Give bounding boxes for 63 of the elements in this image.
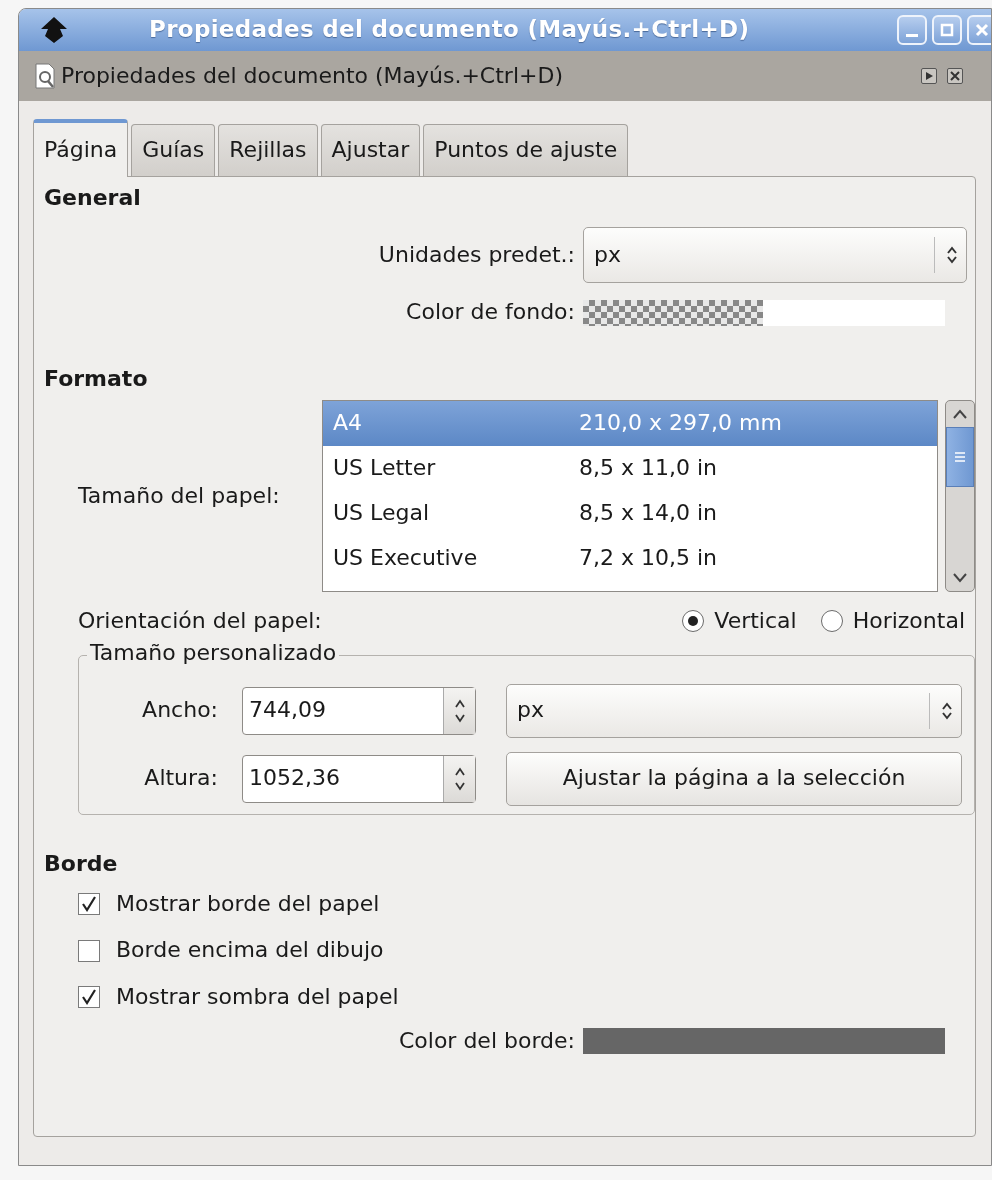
background-color-swatch[interactable] <box>583 299 945 326</box>
maximize-icon <box>940 23 954 37</box>
dropdown-value: px <box>517 697 544 724</box>
field-label: Tamaño del papel: <box>77 482 281 510</box>
spin-button[interactable] <box>443 687 475 734</box>
paper-size-row[interactable]: US Letter 8,5 x 11,0 in <box>323 446 937 492</box>
checkbox[interactable] <box>78 985 100 1008</box>
height-spinbox[interactable]: 1052,36 <box>242 754 476 803</box>
radio-label[interactable]: Horizontal <box>852 608 965 635</box>
close-button[interactable] <box>967 15 991 45</box>
field-label: Altura: <box>143 765 219 792</box>
scrollbar[interactable] <box>945 400 975 593</box>
section-heading: General <box>44 185 142 212</box>
radio-button[interactable] <box>682 610 705 633</box>
section-heading: Formato <box>44 365 149 393</box>
field-label: Color de fondo: <box>405 299 576 326</box>
border-color-swatch[interactable] <box>583 1028 945 1055</box>
checkbox-label[interactable]: Mostrar borde del papel <box>116 890 380 918</box>
dock-title: Propiedades del documento (Mayús.+Ctrl+D) <box>61 62 563 90</box>
checkbox-label[interactable]: Mostrar sombra del papel <box>116 983 399 1011</box>
spin-button[interactable] <box>443 755 475 802</box>
height-field[interactable]: 1052,36 <box>243 755 443 802</box>
units-dropdown[interactable]: px <box>583 227 967 284</box>
window-title: Propiedades del documento (Mayús.+Ctrl+D) <box>149 16 750 44</box>
checkbox[interactable] <box>78 939 100 962</box>
app-logo-icon <box>39 16 69 44</box>
field-label: Color del borde: <box>397 1028 576 1055</box>
close-icon <box>975 23 989 37</box>
grip-icon <box>955 451 965 464</box>
updown-icon <box>941 701 953 720</box>
radio-button[interactable] <box>820 610 843 633</box>
updown-icon <box>946 246 958 265</box>
tab[interactable]: Rejillas <box>218 124 318 176</box>
play-icon <box>925 72 933 80</box>
tab[interactable]: Ajustar <box>320 124 421 176</box>
section-heading: Borde <box>44 850 119 877</box>
close-icon <box>950 71 960 81</box>
unit-dropdown[interactable]: px <box>506 683 962 738</box>
checkbox[interactable] <box>78 893 100 916</box>
width-spinbox[interactable]: 744,09 <box>242 686 476 735</box>
width-field[interactable]: 744,09 <box>243 687 443 734</box>
fit-page-button[interactable]: Ajustar la página a la selección <box>506 751 962 806</box>
field-label: Unidades predet.: <box>377 242 576 269</box>
tab[interactable]: Puntos de ajuste <box>423 124 629 176</box>
checkmark-icon <box>81 896 97 913</box>
scrollbar-thumb[interactable] <box>946 427 974 488</box>
paper-size-list[interactable]: A4 210,0 x 297,0 mm US Letter 8,5 x 11,0 in US Legal 8,5 x 14,0 in US Executive 7,2 x 10,5 in <box>322 400 938 593</box>
document-magnifier-icon <box>35 63 57 89</box>
paper-size-row[interactable]: US Executive 7,2 x 10,5 in <box>323 536 937 582</box>
minimize-button[interactable] <box>897 15 927 45</box>
checkmark-icon <box>81 988 97 1005</box>
checkbox-label[interactable]: Borde encima del dibujo <box>116 937 384 964</box>
minimize-icon <box>906 33 918 37</box>
dropdown-value: px <box>594 242 621 269</box>
tab[interactable]: Página <box>33 119 129 177</box>
maximize-button[interactable] <box>932 15 962 45</box>
iconify-button[interactable] <box>921 68 937 84</box>
radio-label[interactable]: Vertical <box>714 608 797 635</box>
field-label: Orientación del papel: <box>78 608 322 635</box>
tab[interactable]: Guías <box>131 124 216 176</box>
field-label: Ancho: <box>141 697 219 724</box>
dock-close-button[interactable] <box>947 68 963 84</box>
paper-size-row[interactable]: US Legal 8,5 x 14,0 in <box>323 491 937 537</box>
